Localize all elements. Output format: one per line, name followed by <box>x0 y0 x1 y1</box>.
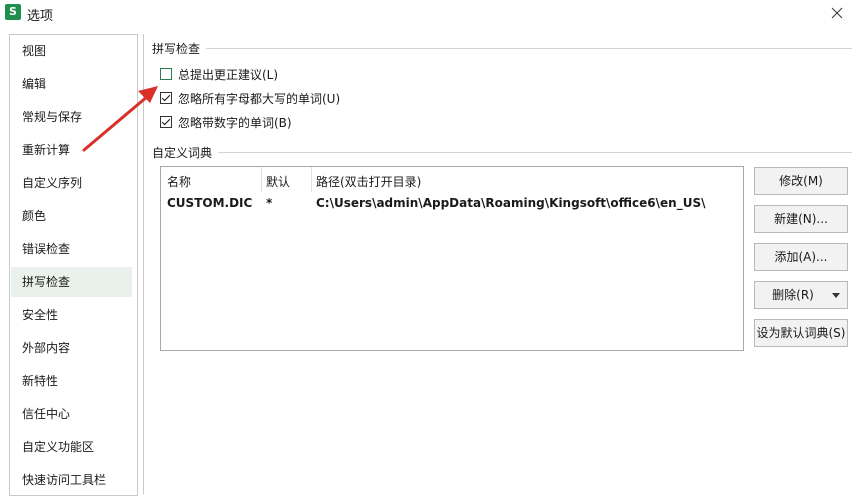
option-label: 总提出更正建议(L) <box>178 67 279 82</box>
delete-button-label: 删除(R) <box>772 288 814 302</box>
sidebar-item-custom-lists[interactable]: 自定义序列 <box>11 168 132 198</box>
column-header-path[interactable]: 路径(双击打开目录) <box>316 173 421 191</box>
dict-row-path[interactable]: C:\Users\admin\AppData\Roaming\Kingsoft\… <box>316 194 705 212</box>
option-ignore-numbers[interactable]: 忽略带数字的单词(B) <box>160 113 292 131</box>
option-ignore-uppercase[interactable]: 忽略所有字母都大写的单词(U) <box>160 89 340 107</box>
sidebar-item-color[interactable]: 颜色 <box>11 201 132 231</box>
sidebar-item-custom-ribbon[interactable]: 自定义功能区 <box>11 432 132 462</box>
set-default-dict-button[interactable]: 设为默认词典(S) <box>754 319 848 347</box>
sidebar-item-quick-access-toolbar[interactable]: 快速访问工具栏 <box>11 465 132 495</box>
checkbox-ignore-numbers[interactable] <box>160 116 172 128</box>
new-button[interactable]: 新建(N)... <box>754 205 848 233</box>
dict-row-name[interactable]: CUSTOM.DIC <box>167 194 252 212</box>
column-header-default[interactable]: 默认 <box>266 173 290 191</box>
sidebar-item-recalculate[interactable]: 重新计算 <box>11 135 132 165</box>
spell-check-panel: 拼写检查 总提出更正建议(L) 忽略所有字母都大写的单词(U) 忽略带数字的单词… <box>143 34 857 494</box>
sidebar-item-security[interactable]: 安全性 <box>11 300 132 330</box>
dict-row-default[interactable]: * <box>266 194 272 212</box>
column-header-name[interactable]: 名称 <box>167 173 191 191</box>
sidebar-item-trust-center[interactable]: 信任中心 <box>11 399 132 429</box>
modify-button[interactable]: 修改(M) <box>754 167 848 195</box>
close-icon <box>831 7 843 19</box>
sidebar-item-view[interactable]: 视图 <box>11 36 132 66</box>
title-bar: S 选项 <box>0 0 857 28</box>
group-divider <box>152 152 852 153</box>
option-always-suggest[interactable]: 总提出更正建议(L) <box>160 65 278 83</box>
window-title: 选项 <box>27 9 54 24</box>
option-label: 忽略所有字母都大写的单词(U) <box>178 91 341 106</box>
custom-dict-group-title: 自定义词典 <box>152 144 219 161</box>
column-separator <box>311 167 312 192</box>
options-sidebar: 视图 编辑 常规与保存 重新计算 自定义序列 颜色 错误检查 拼写检查 安全性 … <box>9 34 138 496</box>
sidebar-item-spell-check[interactable]: 拼写检查 <box>11 267 132 297</box>
spell-check-group-title: 拼写检查 <box>152 40 207 57</box>
option-label: 忽略带数字的单词(B) <box>178 115 292 130</box>
add-button[interactable]: 添加(A)... <box>754 243 848 271</box>
dictionary-list[interactable]: 名称 默认 路径(双击打开目录) CUSTOM.DIC * C:\Users\a… <box>160 166 744 351</box>
sidebar-item-new-features[interactable]: 新特性 <box>11 366 132 396</box>
checkbox-ignore-uppercase[interactable] <box>160 92 172 104</box>
column-separator <box>261 167 262 192</box>
close-button[interactable] <box>825 2 849 24</box>
sidebar-item-error-check[interactable]: 错误检查 <box>11 234 132 264</box>
sidebar-item-external-content[interactable]: 外部内容 <box>11 333 132 363</box>
checkbox-always-suggest[interactable] <box>160 68 172 80</box>
sidebar-item-edit[interactable]: 编辑 <box>11 69 132 99</box>
chevron-down-icon[interactable] <box>832 293 840 298</box>
delete-button[interactable]: 删除(R) <box>754 281 848 309</box>
app-logo-icon: S <box>5 4 21 20</box>
sidebar-item-general-save[interactable]: 常规与保存 <box>11 102 132 132</box>
group-divider <box>152 48 852 49</box>
